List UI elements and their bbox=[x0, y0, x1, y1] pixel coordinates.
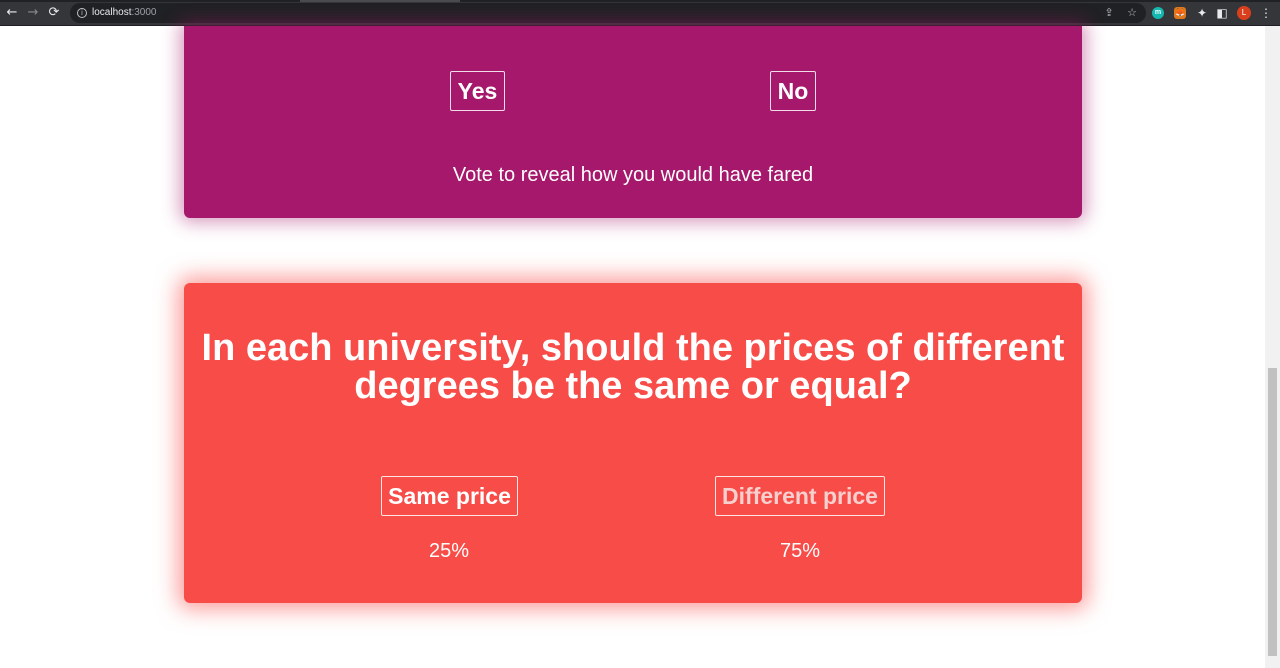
site-info-icon[interactable]: i bbox=[77, 8, 87, 18]
different-price-button[interactable]: Different price bbox=[715, 476, 885, 516]
active-tab[interactable] bbox=[300, 0, 460, 2]
profile-avatar[interactable]: L bbox=[1237, 6, 1251, 20]
extensions-puzzle-icon[interactable]: ✦ bbox=[1195, 5, 1209, 21]
current-poll-card: In each university, should the prices of… bbox=[184, 283, 1082, 603]
tab-strip bbox=[0, 0, 1280, 2]
same-price-percent: 25% bbox=[428, 540, 470, 562]
address-bar[interactable]: i localhost:3000 ⇪ ☆ bbox=[70, 3, 1146, 23]
page-scrollbar[interactable] bbox=[1265, 26, 1280, 668]
bookmark-star-icon[interactable]: ☆ bbox=[1125, 6, 1139, 20]
browser-toolbar: ← → ⟳ i localhost:3000 ⇪ ☆ m 🦊 ✦ ◧ L ⋮ bbox=[0, 0, 1280, 26]
share-icon[interactable]: ⇪ bbox=[1102, 6, 1116, 20]
side-panel-icon[interactable]: ◧ bbox=[1215, 5, 1229, 21]
reload-icon[interactable]: ⟳ bbox=[46, 5, 62, 21]
yes-button[interactable]: Yes bbox=[450, 71, 505, 111]
back-icon[interactable]: ← bbox=[4, 5, 20, 21]
url-host: localhost bbox=[92, 7, 132, 18]
no-button[interactable]: No bbox=[770, 71, 816, 111]
address-url[interactable]: localhost:3000 bbox=[92, 7, 157, 19]
url-port: :3000 bbox=[131, 7, 157, 18]
reveal-note: Vote to reveal how you would have fared bbox=[452, 164, 814, 186]
extension-m-icon[interactable]: m bbox=[1152, 7, 1164, 19]
scrollbar-thumb[interactable] bbox=[1268, 368, 1277, 656]
different-price-percent: 75% bbox=[779, 540, 821, 562]
metamask-fox-icon[interactable]: 🦊 bbox=[1174, 7, 1186, 19]
previous-poll-card: Yes No Vote to reveal how you would have… bbox=[184, 26, 1082, 218]
poll-question: In each university, should the prices of… bbox=[201, 327, 1065, 407]
forward-icon[interactable]: → bbox=[25, 5, 41, 21]
same-price-button[interactable]: Same price bbox=[381, 476, 518, 516]
browser-menu-icon[interactable]: ⋮ bbox=[1259, 5, 1273, 21]
